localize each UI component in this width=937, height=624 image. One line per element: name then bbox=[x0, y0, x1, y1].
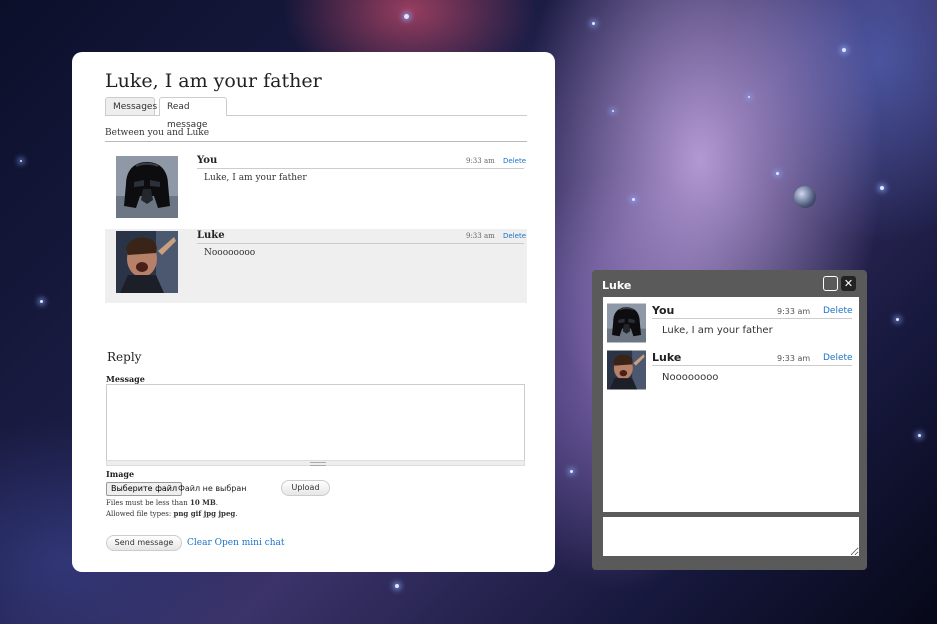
page-title: Luke, I am your father bbox=[105, 70, 322, 92]
message-divider bbox=[197, 168, 524, 169]
message-time: 9:33 am bbox=[777, 307, 811, 316]
message-label: Message bbox=[106, 374, 145, 384]
message-author: You bbox=[652, 304, 675, 317]
message-text: Noooooooo bbox=[662, 372, 719, 383]
reply-heading: Reply bbox=[107, 350, 142, 364]
message-author: Luke bbox=[197, 230, 225, 241]
message-author: You bbox=[197, 155, 218, 166]
message-item: Luke 9:33 am Delete Noooooooo bbox=[105, 229, 527, 303]
image-label: Image bbox=[106, 469, 135, 479]
thread-participants: Between you and Luke bbox=[105, 128, 527, 142]
minimize-icon[interactable] bbox=[823, 276, 838, 291]
tab-bar: Messages Read message bbox=[105, 97, 527, 130]
message-item: You 9:33 am Delete Luke, I am your fathe… bbox=[105, 154, 527, 228]
tab-read-message[interactable]: Read message bbox=[159, 97, 227, 130]
message-text: Noooooooo bbox=[204, 248, 256, 258]
message-divider bbox=[652, 318, 852, 319]
mini-chat-window: Luke ✕ You 9:33 am Delete Luke, I am you… bbox=[592, 270, 867, 570]
mini-chat-input[interactable] bbox=[603, 517, 859, 556]
mini-chat-log: You 9:33 am Delete Luke, I am your fathe… bbox=[603, 297, 859, 512]
file-size-hint: Files must be less than 10 MB. bbox=[106, 498, 219, 507]
message-text: Luke, I am your father bbox=[662, 325, 773, 336]
message-divider bbox=[197, 243, 524, 244]
delete-message-link[interactable]: Delete bbox=[503, 157, 526, 165]
luke-avatar-icon bbox=[116, 231, 178, 293]
upload-button[interactable]: Upload bbox=[281, 480, 330, 496]
luke-avatar-icon bbox=[607, 350, 646, 390]
choose-file-button[interactable]: Выберите файл bbox=[106, 482, 183, 496]
close-icon[interactable]: ✕ bbox=[841, 276, 856, 291]
file-types-hint: Allowed file types: png gif jpg jpeg. bbox=[106, 509, 238, 518]
file-status: Файл не выбран bbox=[178, 484, 247, 493]
message-author: Luke bbox=[652, 351, 682, 364]
delete-message-link[interactable]: Delete bbox=[823, 353, 853, 363]
message-time: 9:33 am bbox=[466, 232, 495, 240]
vader-avatar-icon bbox=[607, 303, 646, 343]
message-textarea[interactable] bbox=[106, 384, 525, 464]
textarea-resize-handle[interactable] bbox=[106, 460, 525, 466]
vader-avatar-icon bbox=[116, 156, 178, 218]
message-panel: Luke, I am your father Messages Read mes… bbox=[72, 52, 555, 572]
planet-decoration bbox=[794, 186, 816, 208]
message-time: 9:33 am bbox=[777, 354, 811, 363]
list-item: Luke 9:33 am Delete Noooooooo bbox=[607, 350, 855, 394]
list-item: You 9:33 am Delete Luke, I am your fathe… bbox=[607, 303, 855, 347]
clear-open-mini-chat-link[interactable]: Clear Open mini chat bbox=[187, 538, 285, 548]
delete-message-link[interactable]: Delete bbox=[503, 232, 526, 240]
message-text: Luke, I am your father bbox=[204, 173, 307, 183]
delete-message-link[interactable]: Delete bbox=[823, 306, 853, 316]
message-time: 9:33 am bbox=[466, 157, 495, 165]
tab-messages[interactable]: Messages bbox=[105, 97, 157, 115]
send-message-button[interactable]: Send message bbox=[106, 535, 182, 551]
message-divider bbox=[652, 365, 852, 366]
mini-chat-title: Luke bbox=[602, 279, 632, 292]
